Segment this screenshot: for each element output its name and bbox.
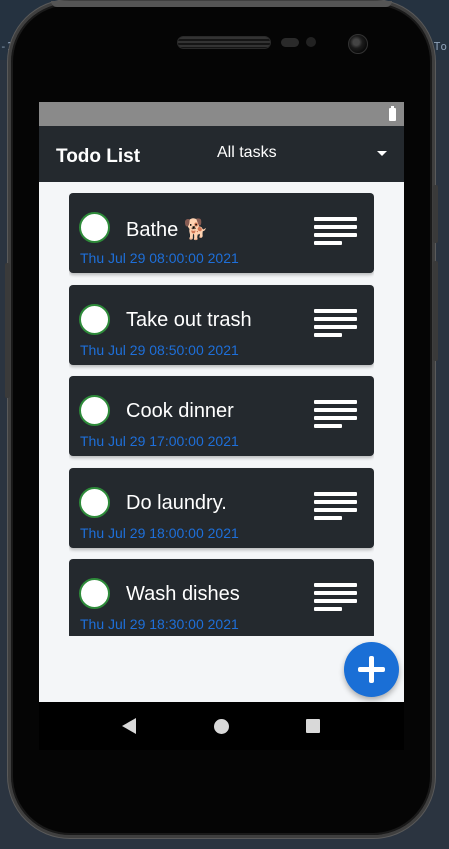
back-icon[interactable] xyxy=(122,718,136,734)
task-date: Thu Jul 29 18:00:00 2021 xyxy=(80,525,239,541)
device-top-edge xyxy=(51,1,392,7)
task-details-icon[interactable] xyxy=(314,492,357,520)
navigation-bar xyxy=(39,702,404,750)
task-date: Thu Jul 29 08:00:00 2021 xyxy=(80,250,239,266)
task-list[interactable]: Bathe 🐕 Thu Jul 29 08:00:00 2021 Take out … xyxy=(69,193,374,636)
app-title: Todo List xyxy=(56,146,141,167)
side-button-left xyxy=(5,263,10,398)
proximity-sensor xyxy=(281,38,299,47)
dropdown-arrow-icon xyxy=(377,151,387,156)
task-complete-checkbox[interactable] xyxy=(79,212,110,243)
battery-icon xyxy=(389,106,396,121)
task-card[interactable]: Wash dishes Thu Jul 29 18:30:00 2021 xyxy=(69,559,374,636)
task-date: Thu Jul 29 17:00:00 2021 xyxy=(80,433,239,449)
task-details-icon[interactable] xyxy=(314,309,357,337)
power-button[interactable] xyxy=(433,185,438,243)
task-card[interactable]: Take out trash Thu Jul 29 08:50:00 2021 xyxy=(69,285,374,365)
front-camera-icon xyxy=(348,34,368,54)
light-sensor xyxy=(306,37,316,47)
recents-icon[interactable] xyxy=(306,719,320,733)
task-card[interactable]: Cook dinner Thu Jul 29 17:00:00 2021 xyxy=(69,376,374,456)
status-bar xyxy=(39,102,404,126)
task-card[interactable]: Do laundry. Thu Jul 29 18:00:00 2021 xyxy=(69,468,374,548)
task-title: Bathe 🐕 xyxy=(126,219,209,241)
home-icon[interactable] xyxy=(214,719,229,734)
earpiece-speaker xyxy=(177,36,271,49)
task-complete-checkbox[interactable] xyxy=(79,304,110,335)
task-complete-checkbox[interactable] xyxy=(79,578,110,609)
task-details-icon[interactable] xyxy=(314,583,357,611)
task-details-icon[interactable] xyxy=(314,400,357,428)
task-title: Wash dishes xyxy=(126,583,240,605)
task-card[interactable]: Bathe 🐕 Thu Jul 29 08:00:00 2021 xyxy=(69,193,374,273)
task-filter-dropdown[interactable]: All tasks xyxy=(217,144,387,166)
task-date: Thu Jul 29 18:30:00 2021 xyxy=(80,616,239,632)
app-bar: Todo List All tasks xyxy=(39,126,404,182)
ide-right-text: To xyxy=(433,40,447,53)
task-complete-checkbox[interactable] xyxy=(79,487,110,518)
task-title: Take out trash xyxy=(126,309,252,331)
task-complete-checkbox[interactable] xyxy=(79,395,110,426)
task-date: Thu Jul 29 08:50:00 2021 xyxy=(80,342,239,358)
volume-button[interactable] xyxy=(433,261,438,361)
task-details-icon[interactable] xyxy=(314,217,357,245)
add-task-button[interactable] xyxy=(344,642,399,697)
task-title: Cook dinner xyxy=(126,400,234,422)
device-screen: Todo List All tasks Bathe 🐕 Thu Jul 29 08… xyxy=(39,102,404,750)
task-filter-value: All tasks xyxy=(217,144,277,161)
task-title: Do laundry. xyxy=(126,492,227,514)
